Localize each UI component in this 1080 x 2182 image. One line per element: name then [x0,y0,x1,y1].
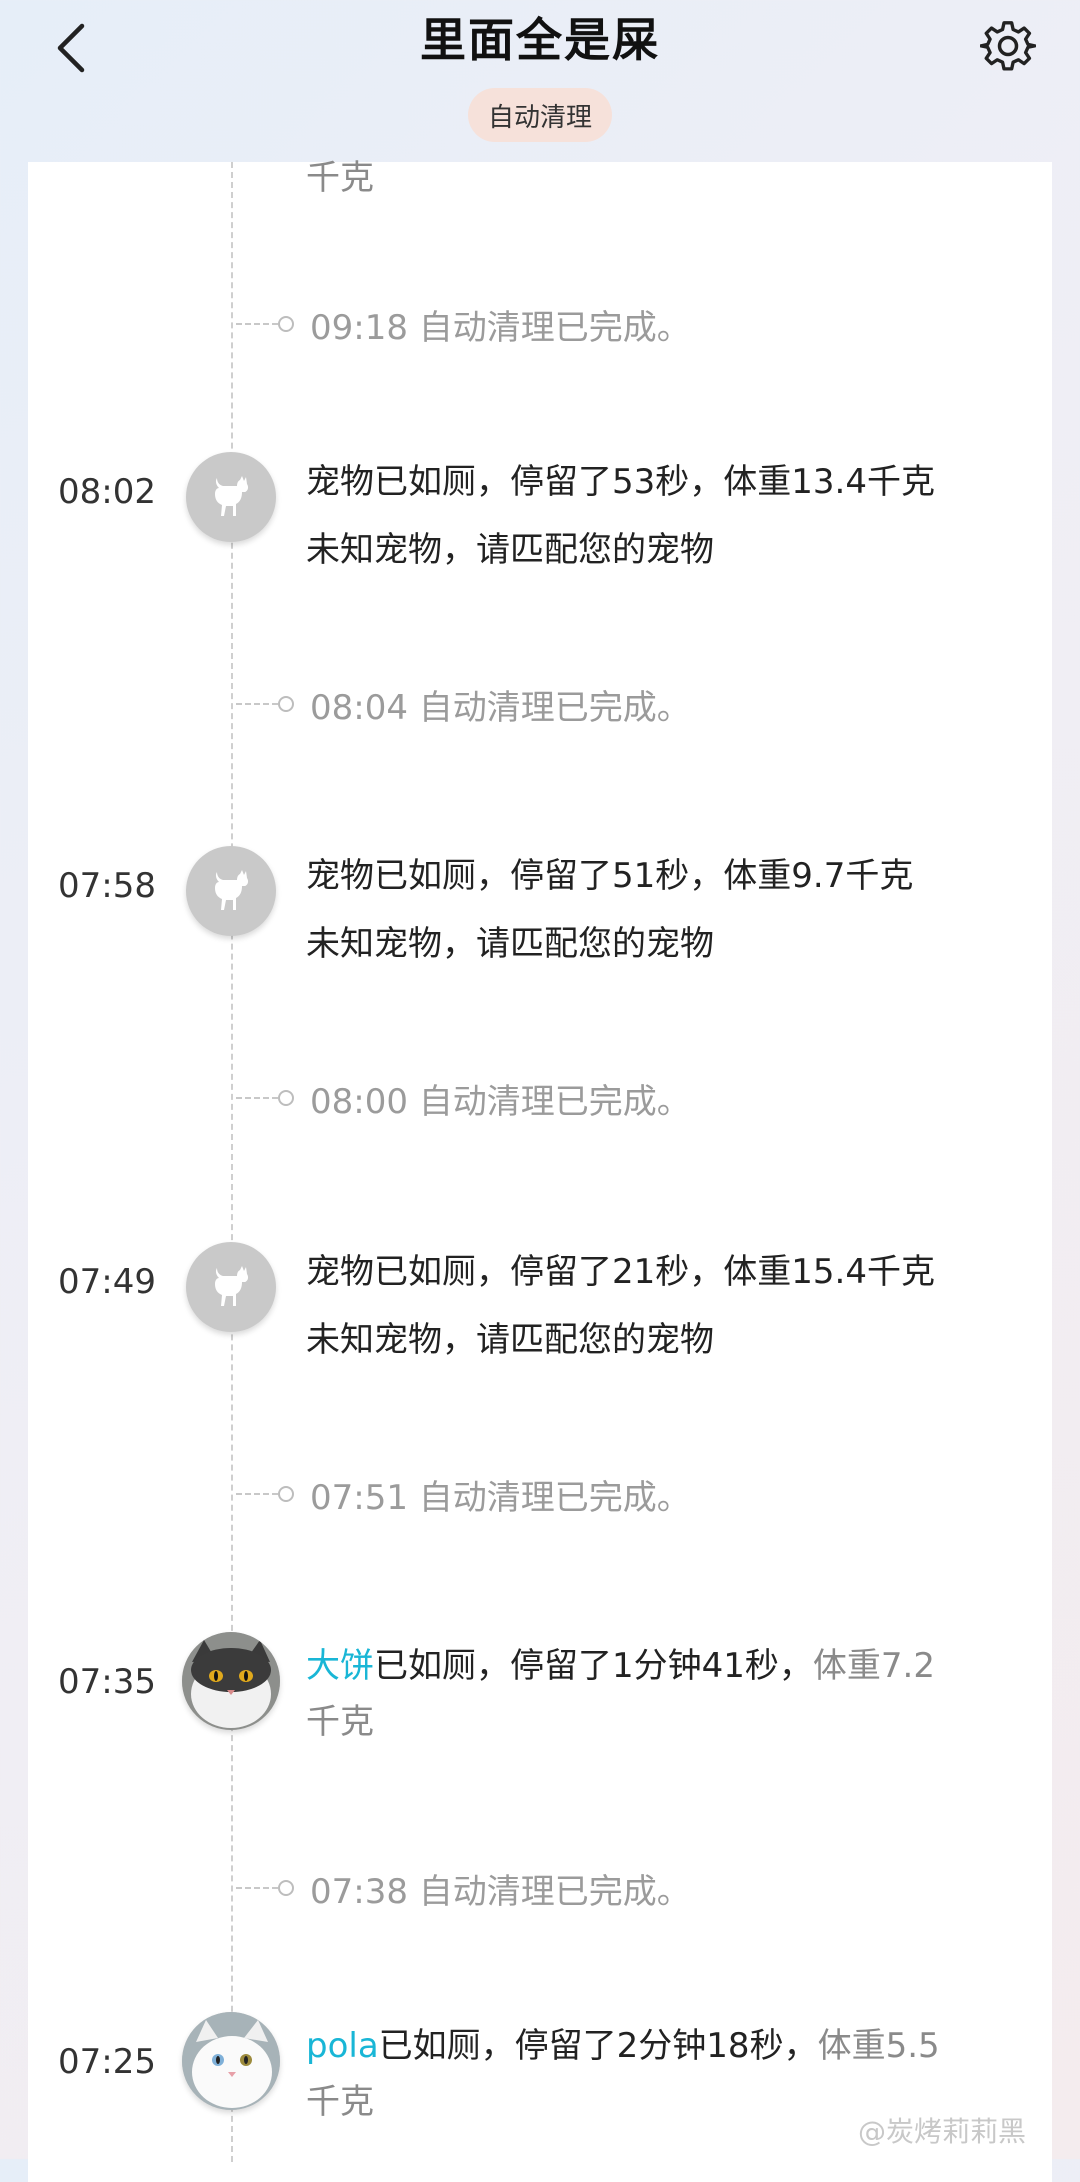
event-time: 07:58 [58,866,156,906]
cat-icon [215,870,249,910]
clean-event: 08:00 自动清理已完成。 [236,1080,691,1122]
cat-photo-avatar[interactable] [182,2012,280,2110]
cat-icon [215,476,249,516]
event-time: 07:49 [58,1262,156,1302]
event-description: 宠物已如厕，停留了21秒，体重15.4千克 [306,1252,935,1292]
match-prompt[interactable]: 未知宠物，请匹配您的宠物 [306,910,1016,978]
clean-event: 07:38 自动清理已完成。 [236,1870,691,1912]
cat-icon [215,1266,249,1306]
clean-time: 09:18 [310,307,408,348]
weight-unit: 千克 [306,1702,374,1742]
unknown-pet-avatar [186,452,276,542]
pet-weight: 体重5.5 [817,2026,940,2066]
connector [236,323,278,325]
unknown-pet-avatar [186,1242,276,1332]
unknown-pet-avatar [186,846,276,936]
clean-time: 08:00 [310,1081,408,1122]
event-description: 已如厕，停留了1分钟41秒， [374,1646,813,1686]
clean-label: 自动清理已完成。 [418,1871,691,1912]
event-description: 已如厕，停留了2分钟18秒， [378,2026,818,2066]
top-bar: 里面全是屎 自动清理 [0,0,1080,162]
cat-photo-avatar[interactable] [182,1632,280,1730]
clean-dot [278,1880,294,1896]
pet-name[interactable]: 大饼 [306,1646,374,1686]
event-description: 宠物已如厕，停留了53秒，体重13.4千克 [306,462,935,502]
gear-icon[interactable] [980,18,1036,74]
clean-label: 自动清理已完成。 [418,687,691,728]
pet-weight: 体重7.2 [812,1646,935,1686]
auto-clean-chip[interactable]: 自动清理 [468,88,612,142]
clean-event: 08:04 自动清理已完成。 [236,686,691,728]
event-time: 08:02 [58,472,156,512]
event-time: 07:35 [58,1662,156,1702]
weight-unit: 千克 [306,2082,374,2122]
clean-dot [278,696,294,712]
cat-face-icon [182,2012,280,2110]
clean-event: 07:51 自动清理已完成。 [236,1476,691,1518]
clean-time: 07:51 [310,1477,408,1518]
clean-dot [278,1486,294,1502]
clean-label: 自动清理已完成。 [418,307,691,348]
page-title: 里面全是屎 [420,13,660,67]
match-prompt[interactable]: 未知宠物，请匹配您的宠物 [306,516,1016,584]
clean-time: 08:04 [310,687,408,728]
clean-event: 09:18 自动清理已完成。 [236,306,691,348]
clean-time: 07:38 [310,1871,408,1912]
match-prompt[interactable]: 未知宠物，请匹配您的宠物 [306,1306,1016,1374]
clean-label: 自动清理已完成。 [418,1477,691,1518]
clean-dot [278,316,294,332]
watermark: @炭烤莉莉黑 [858,2115,1027,2148]
clean-label: 自动清理已完成。 [418,1081,691,1122]
clean-dot [278,1090,294,1106]
event-description: 宠物已如厕，停留了51秒，体重9.7千克 [306,856,914,896]
truncated-text: 千克 [306,158,374,198]
pet-name[interactable]: pola [306,2026,379,2066]
cat-face-icon [182,1632,280,1730]
event-time: 07:25 [58,2042,156,2082]
